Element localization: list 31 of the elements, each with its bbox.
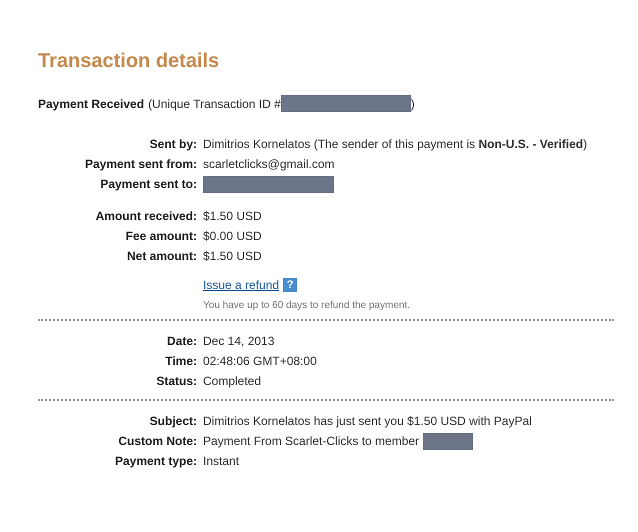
field-label: Fee amount: [124,229,198,243]
transaction-id-label: (Unique Transaction ID # [148,96,281,110]
field-label: Status: [155,374,198,388]
field-label: Subject: [148,414,198,428]
field-value: Completed [203,374,262,388]
redaction-bar [423,432,474,450]
field-value: scarletclicks@gmail.com [203,157,335,171]
page-title: Transaction details [38,50,220,73]
field-label: Sent by: [148,137,198,151]
field-label: Net amount: [126,249,198,263]
field-label: Payment sent from: [84,157,198,171]
field-label: Time: [164,354,198,368]
field-value: $1.50 USD [203,209,262,223]
field-value: Payment From Scarlet-Clicks to member [203,434,420,448]
field-value: 02:48:06 GMT+08:00 [203,354,317,368]
closing-parenthesis: ) [410,96,415,110]
field-label: Amount received: [94,209,198,223]
field-label: Custom Note: [117,434,198,448]
field-value: Dec 14, 2013 [203,334,274,348]
field-label: Payment type: [114,454,198,468]
help-icon[interactable]: ? [283,278,298,292]
field-label: Payment sent to: [99,177,198,191]
field-value: Dimitrios Kornelatos has just sent you $1.50 USD with PayPal [203,414,532,428]
field-value: Dimitrios Kornelatos (The sender of this payment is Non-U.S. - Verified) [203,137,588,151]
field-label: Date: [166,334,198,348]
field-value: $1.50 USD [203,249,262,263]
refund-note: You have up to 60 days to refund the payment. [203,300,412,311]
field-value: Instant [203,454,240,468]
refund-link[interactable]: Issue a refund [203,278,280,292]
payment-heading: Payment Received [38,96,144,110]
field-value: $0.00 USD [203,229,262,243]
